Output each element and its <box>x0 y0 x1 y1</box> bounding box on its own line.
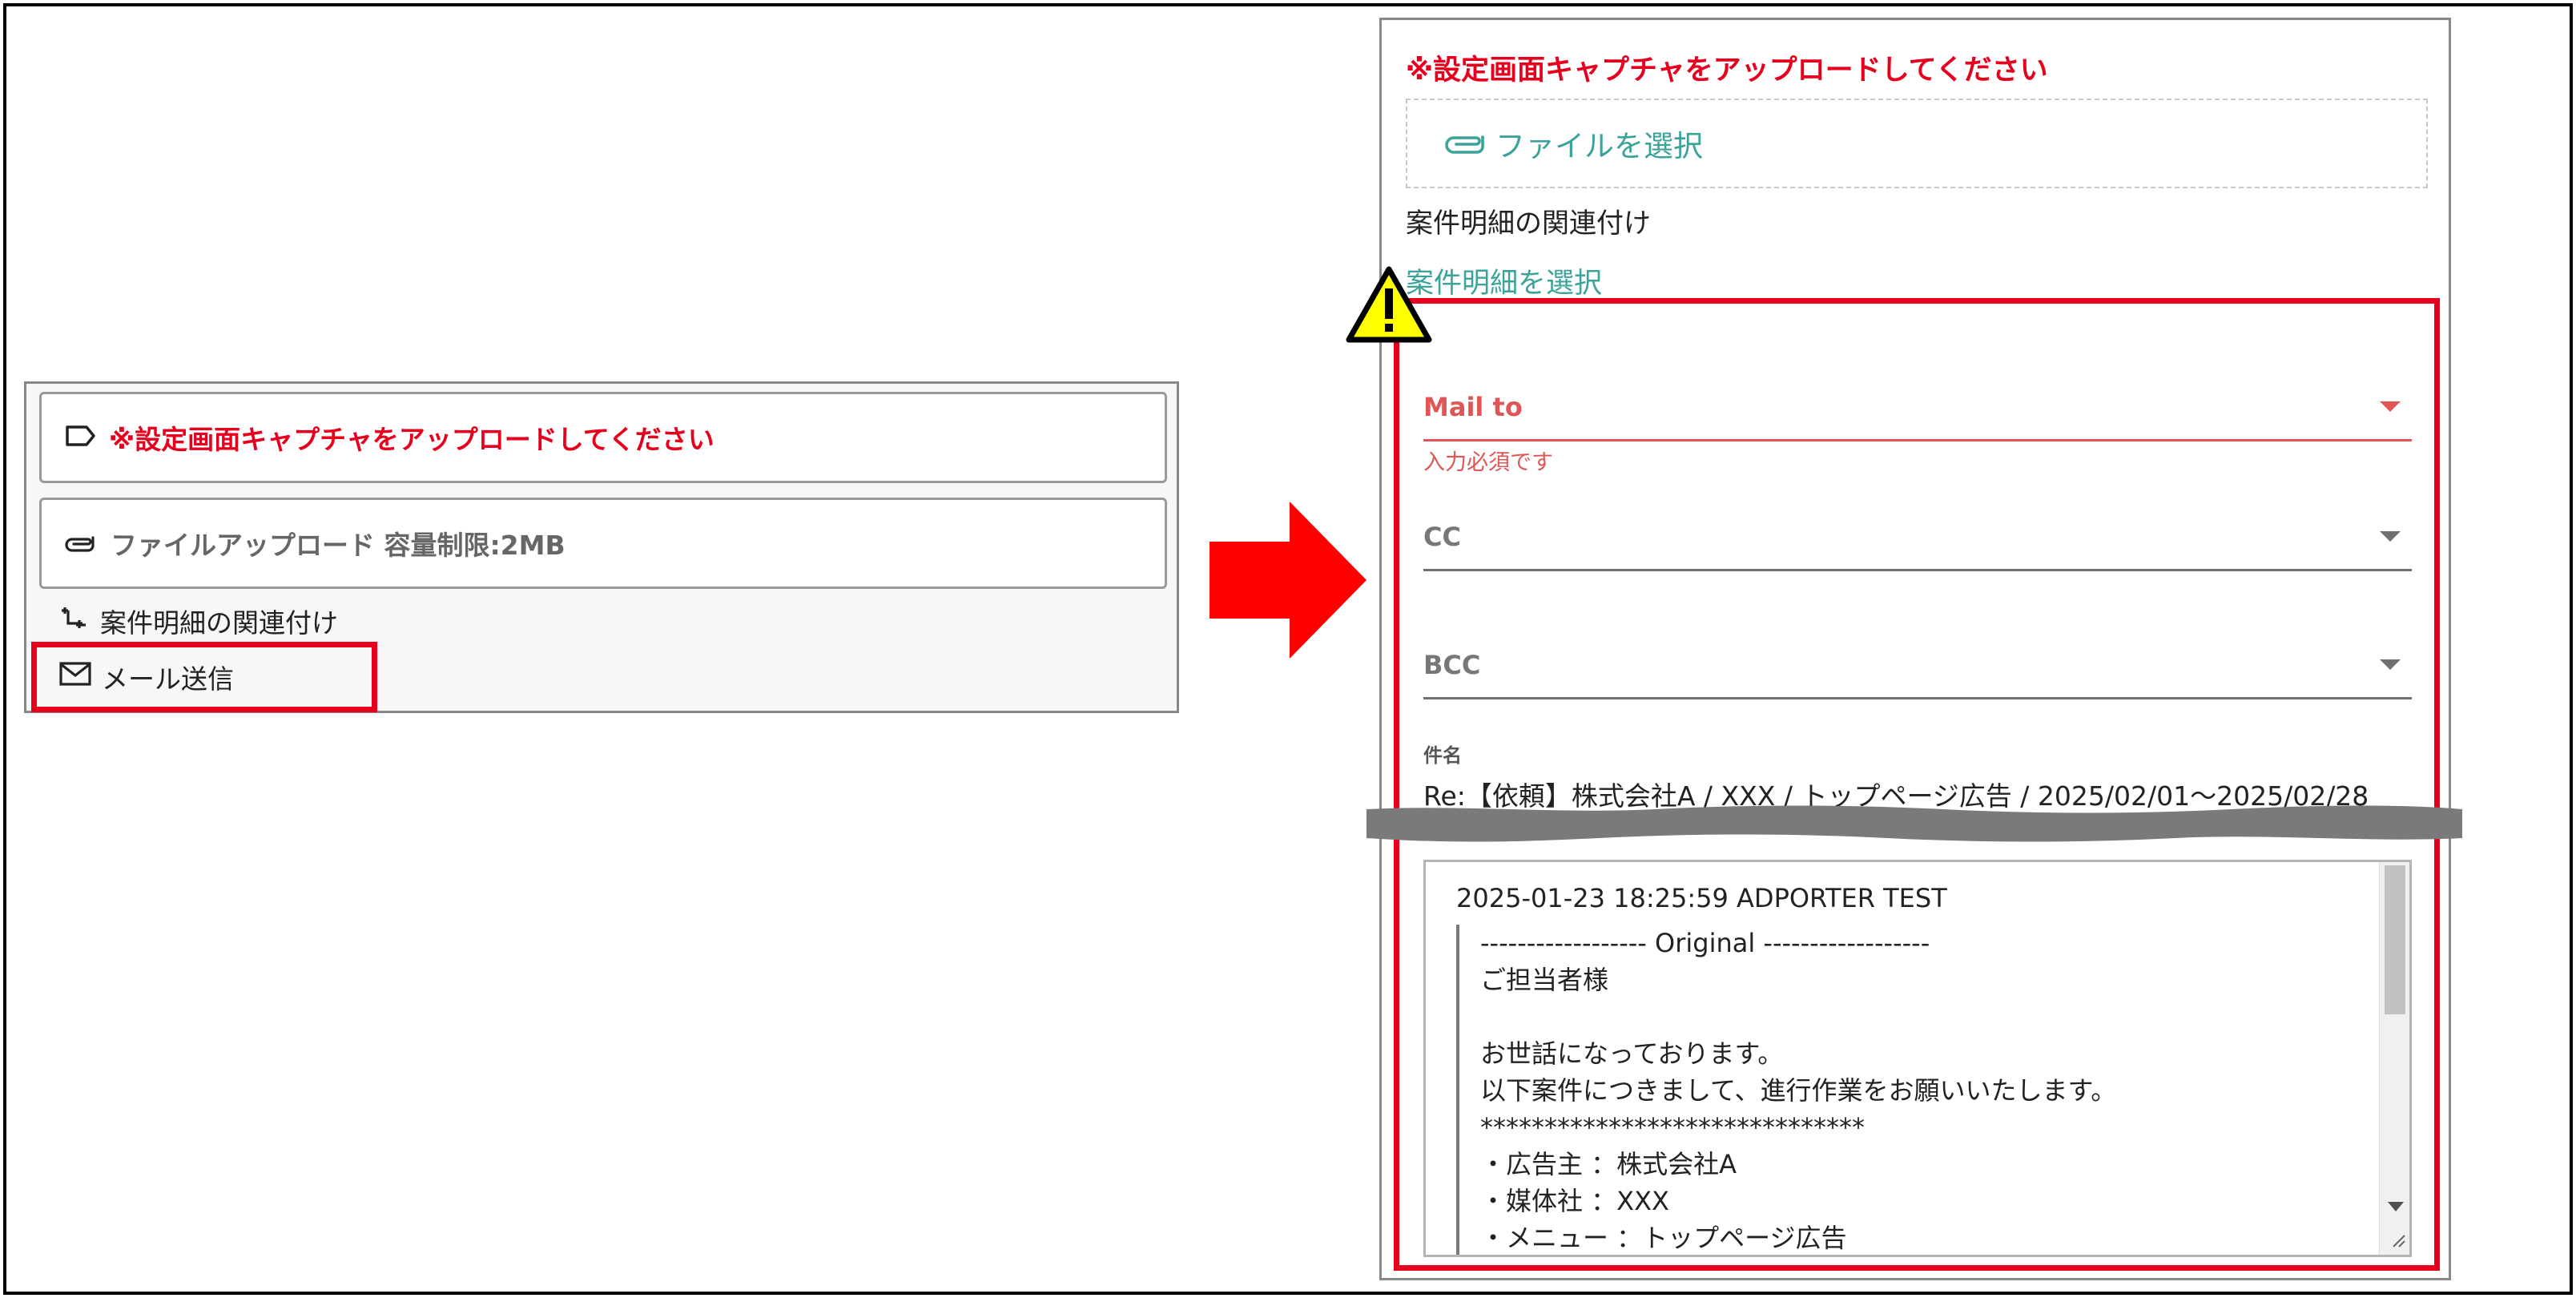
file-upload-label: ファイルアップロード 容量制限:2MB <box>111 530 566 561</box>
paperclip-icon <box>64 531 98 555</box>
left-menu-panel: ※設定画面キャプチャをアップロードしてください ファイルアップロード 容量制限:… <box>24 381 1179 713</box>
capture-warning-label: ※設定画面キャプチャをアップロードしてください <box>109 424 714 455</box>
torn-separator <box>1366 803 2462 848</box>
file-upload-card[interactable]: ファイルアップロード 容量制限:2MB <box>39 498 1167 589</box>
relate-details-label: 案件明細の関連付け <box>100 607 338 639</box>
select-details-link[interactable]: 案件明細を選択 <box>1406 260 1602 301</box>
tag-icon <box>64 424 96 451</box>
send-mail-highlight <box>31 642 377 712</box>
mail-form-highlight <box>1394 298 2440 1271</box>
capture-warning-card[interactable]: ※設定画面キャプチャをアップロードしてください <box>39 392 1167 483</box>
file-select-label: ファイルを選択 <box>1495 129 1703 163</box>
relation-icon <box>58 604 91 638</box>
right-arrow-icon <box>1210 502 1370 662</box>
relate-details-item[interactable]: 案件明細の関連付け <box>58 600 338 642</box>
paperclip-icon <box>1444 129 1489 158</box>
capture-warning-text: ※設定画面キャプチャをアップロードしてください <box>1406 54 2048 87</box>
file-select-dropzone[interactable]: ファイルを選択 <box>1406 99 2428 188</box>
relate-details-heading: 案件明細の関連付け <box>1406 208 1651 240</box>
warning-icon <box>1344 264 1434 348</box>
